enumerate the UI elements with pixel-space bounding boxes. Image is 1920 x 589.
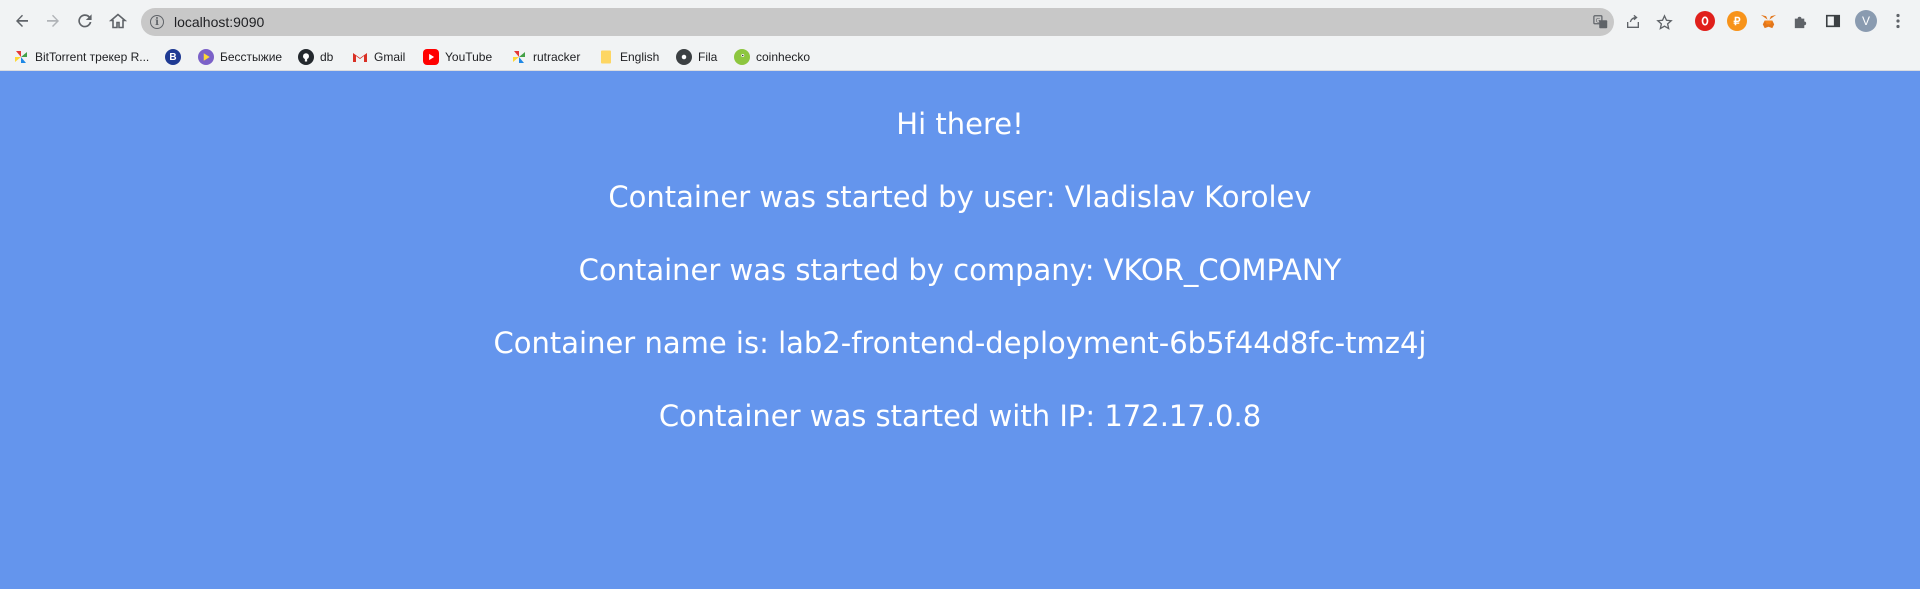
greeting-text: Hi there! — [896, 107, 1024, 141]
site-info-icon[interactable]: i — [150, 15, 164, 29]
more-vert-icon[interactable] — [1886, 9, 1910, 33]
bookmark-label: BitTorrent трекер R... — [35, 50, 150, 64]
github-icon — [298, 49, 314, 65]
metamask-icon[interactable] — [1758, 11, 1778, 31]
coin-extension-icon[interactable]: ₽ — [1727, 11, 1747, 31]
bookmark-label: coinhecko — [756, 50, 811, 64]
company-info-text: Container was started by company: VKOR_C… — [578, 253, 1342, 287]
bookmark-label: rutracker — [533, 50, 581, 64]
pinwheel-icon — [511, 49, 527, 65]
pinwheel-icon — [13, 49, 29, 65]
hse-icon: B — [165, 49, 181, 65]
bookmark-besstyzhie[interactable]: Бесстыжие — [198, 47, 282, 67]
bookmark-english[interactable]: English — [598, 47, 659, 67]
youtube-icon — [423, 49, 439, 65]
user-info-text: Container was started by user: Vladislav… — [608, 180, 1312, 214]
container-ip-text: Container was started with IP: 172.17.0.… — [658, 399, 1262, 433]
bookmark-coinhecko[interactable]: coinhecko — [734, 47, 810, 67]
url-text: localhost:9090 — [174, 14, 265, 30]
bookmark-label: Бесстыжие — [220, 50, 283, 64]
bookmark-db[interactable]: db — [298, 47, 333, 67]
container-name-text: Container name is: lab2-frontend-deploym… — [493, 326, 1427, 360]
forward-icon[interactable] — [41, 9, 65, 33]
bookmark-bittorrent[interactable]: BitTorrent трекер R... — [13, 47, 149, 67]
reload-icon[interactable] — [73, 9, 97, 33]
page-content: Hi there! Container was started by user:… — [0, 72, 1920, 589]
bookmark-youtube[interactable]: YouTube — [423, 47, 492, 67]
back-icon[interactable] — [10, 9, 34, 33]
sidepanel-icon[interactable] — [1823, 11, 1843, 31]
puzzle-icon[interactable] — [1790, 11, 1810, 31]
bookmark-rutracker[interactable]: rutracker — [511, 47, 580, 67]
coingecko-icon — [734, 49, 750, 65]
translate-icon[interactable]: G — [1592, 13, 1610, 31]
bookmarks-bar: BitTorrent трекер R... B Бесстыжие db Gm… — [0, 43, 1920, 71]
bookmark-gmail[interactable]: Gmail — [352, 47, 405, 67]
svg-text:G: G — [1596, 17, 1601, 24]
bookmark-label: YouTube — [445, 50, 493, 64]
address-bar[interactable]: i localhost:9090 G — [141, 8, 1673, 36]
profile-avatar[interactable]: V — [1855, 10, 1877, 32]
bookmark-label: Gmail — [374, 50, 406, 64]
bookmark-hse[interactable]: B — [165, 47, 187, 67]
bookmark-label: Fila — [698, 50, 718, 64]
bookmark-label: db — [320, 50, 334, 64]
home-icon[interactable] — [106, 9, 130, 33]
camera-icon — [676, 49, 692, 65]
bookmark-star-icon[interactable] — [1655, 13, 1673, 31]
opera-extension-icon[interactable] — [1695, 11, 1715, 31]
gmail-icon — [352, 49, 368, 65]
share-icon[interactable] — [1624, 13, 1642, 31]
play-icon — [198, 49, 214, 65]
folder-icon — [598, 49, 614, 65]
bookmark-label: English — [620, 50, 660, 64]
bookmark-fila[interactable]: Fila — [676, 47, 717, 67]
browser-toolbar: i localhost:9090 G ₽ V — [0, 0, 1920, 43]
